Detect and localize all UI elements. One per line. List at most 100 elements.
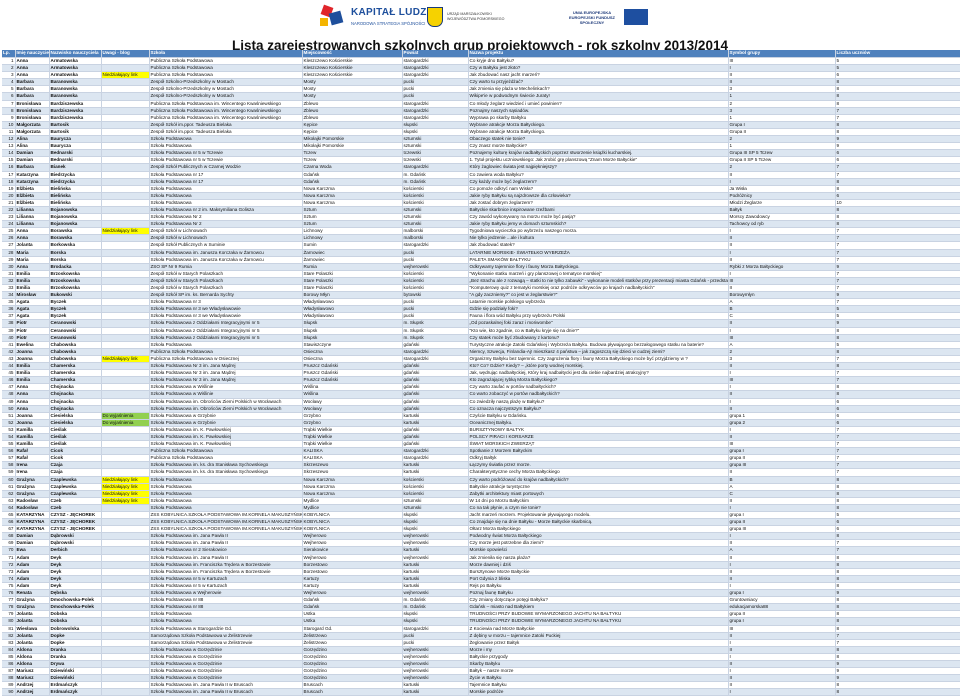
cell-county: m. Gdańsk [402,178,469,186]
cell-county: m. Słupsk [402,327,469,335]
cell-remarks [101,163,150,172]
cell-project-name: Czy morze jest potrzebne dla ziemi? [468,539,729,548]
cell-project-name: "Wykonanie statku marzeń i gry planszowe… [468,270,729,278]
cell-lp: 36 [2,305,16,314]
cell-town: Gorzędzino [302,653,403,661]
cell-school: Szkoła Podstawowa Nr 3 im. Jana Mądrej [149,362,303,371]
table-row: 66 KATARZYNA CZYSZ - JĘCHOREK ZSS KOBYLNICA… [2,518,960,527]
cell-first-name: Piotr [15,334,50,342]
cell-group-symbol: I [728,653,836,661]
cell-last-name: Dziewiński [49,674,102,683]
cell-lp: 24 [2,220,16,229]
cell-first-name: Mirosław [15,291,50,300]
cell-project-name: Bałtyckie przygody [468,653,729,661]
cell-county: starogardzki [402,355,469,364]
cell-town: Zblewo [302,100,403,108]
cell-project-name: Co na tak płynie, a czym nie tonie? [468,504,729,513]
cell-lp: 12 [2,135,16,144]
cell-group-symbol: 1 [728,114,836,122]
cell-student-count: 7 [835,539,960,548]
cell-lp: 82 [2,632,16,640]
cell-county: gdański [402,369,469,378]
cell-county: starogardzki [402,57,469,66]
table-row: 10 Małgorzata Bartosik Zespół Szkół im.ppor… [2,121,960,129]
cell-remarks [101,64,150,73]
cell-county: m. Gdańsk [402,171,469,179]
cell-first-name: Emilia [15,369,50,378]
cell-last-name: Cieślak [49,433,102,442]
cell-remarks [101,433,150,442]
cell-first-name: Ewa [15,546,50,555]
cell-school: Szkoła Podstawowa Nr 3 im. Jana Mądrej [149,376,303,385]
cell-town: Trąbki Wielkie [302,433,403,442]
cell-county: m. Słupsk [402,334,469,342]
cell-student-count: 8 [835,582,960,591]
cell-first-name: Agata [15,298,50,307]
cell-school: Szkoła Podstawowa nr 2 Sierakowice [149,546,303,555]
cell-first-name: Lilianna [15,220,50,229]
cell-lp: 64 [2,504,16,513]
table-row: 69 Damian Dąbrowski Szkoła Podstawowa im. J… [2,539,960,548]
cell-school: Szkoła Podstawowa im. Jana Pawła II [149,539,303,548]
table-row: 64 Radosław Czeb Szkoła Podstawowa Mydlice sz… [2,504,960,513]
cell-first-name: Kamilla [15,426,50,434]
cell-project-name: Niemcy, Szwecja, Finlandia-Aj! mieszkasz… [468,348,729,356]
cell-first-name: Emilia [15,277,50,286]
column-header-project-name: Nazwa projektu [468,50,729,58]
cell-town: Nowa Karczma [302,199,403,207]
cell-remarks [101,674,150,683]
table-row: 56 Rafał Cicok Publiczna Szkoła Podstawowa K… [2,447,960,456]
cell-first-name: KATARZYNA [15,518,50,527]
cell-remarks [101,85,150,94]
cell-last-name: Drywa [49,660,102,669]
cell-project-name: "A gdy zaczniemy?" co jest w żeglarstwie… [468,291,729,300]
cell-project-name: Co znajduje się na dnie Bałtyku - Morze … [468,518,729,527]
cell-lp: 20 [2,192,16,200]
cell-town: Nowa Karczma [302,490,403,498]
cell-county: sztumski [402,206,469,215]
cell-last-name: Chamerska [49,376,102,385]
cell-last-name: Cicok [49,454,102,463]
cell-lp: 27 [2,241,16,250]
cell-county: słupski [402,511,469,520]
cell-town: Mikołajki Pomorskie [302,142,403,151]
cell-town: Wejherowo [302,554,403,562]
cell-first-name: Rafał [15,454,50,463]
cell-school: Szkoła Podstawowa Nr 2 [149,220,303,229]
cell-project-name: Co kryje dno Bałtyku? [468,57,729,66]
cell-last-name: Czaplewska [49,476,102,484]
cell-town: Grzybno [302,412,403,420]
cell-first-name: Kamilla [15,433,50,442]
cell-project-name: „Od pozaskalnej foki zaraz i moriwombe" [468,319,729,328]
cell-lp: 67 [2,525,16,534]
cell-town: Wejherowo [302,532,403,541]
cell-county: starogardzki [402,107,469,115]
cell-last-name: Czeb [49,497,102,505]
cell-remarks [101,405,150,413]
table-row: 27 Jolanta Borkowska Zespół Szkół Publiczny… [2,241,960,250]
cell-student-count: 7 [835,277,960,286]
cell-county: kościerski [402,483,469,491]
cell-remarks: Niedziałający link [101,490,150,498]
cell-lp: 16 [2,163,16,172]
cell-lp: 47 [2,383,16,392]
cell-town: Trąbki Wielkie [302,440,403,449]
cell-town: Borowy Młyn [302,291,403,300]
cell-group-symbol: I [728,688,836,696]
cell-lp: 87 [2,667,16,676]
cell-school: Szkoła Podstawowa w Grzybnie [149,412,303,420]
cell-lp: 15 [2,156,16,165]
cell-school: Publiczna Szkoła Podstawowa [149,348,303,356]
cell-remarks: Niedziałający link [101,227,150,236]
cell-first-name: Jolanta [15,632,50,640]
cell-town: Tczew [302,156,403,165]
cell-lp: 62 [2,490,16,498]
cell-project-name: Czy każdy może być żeglarzem? [468,178,729,186]
cell-project-name: Morze dawniej i dziś [468,561,729,569]
cell-school: Samorządowa Szkoła Podstawowa w Żelistrz… [149,632,303,640]
eu-flag-icon [624,9,648,25]
cell-town: Nowa Karczma [302,483,403,491]
cell-student-count: 8 [835,646,960,654]
cell-project-name: Morskie podróże [468,688,729,696]
cell-county: kartuski [402,468,469,477]
